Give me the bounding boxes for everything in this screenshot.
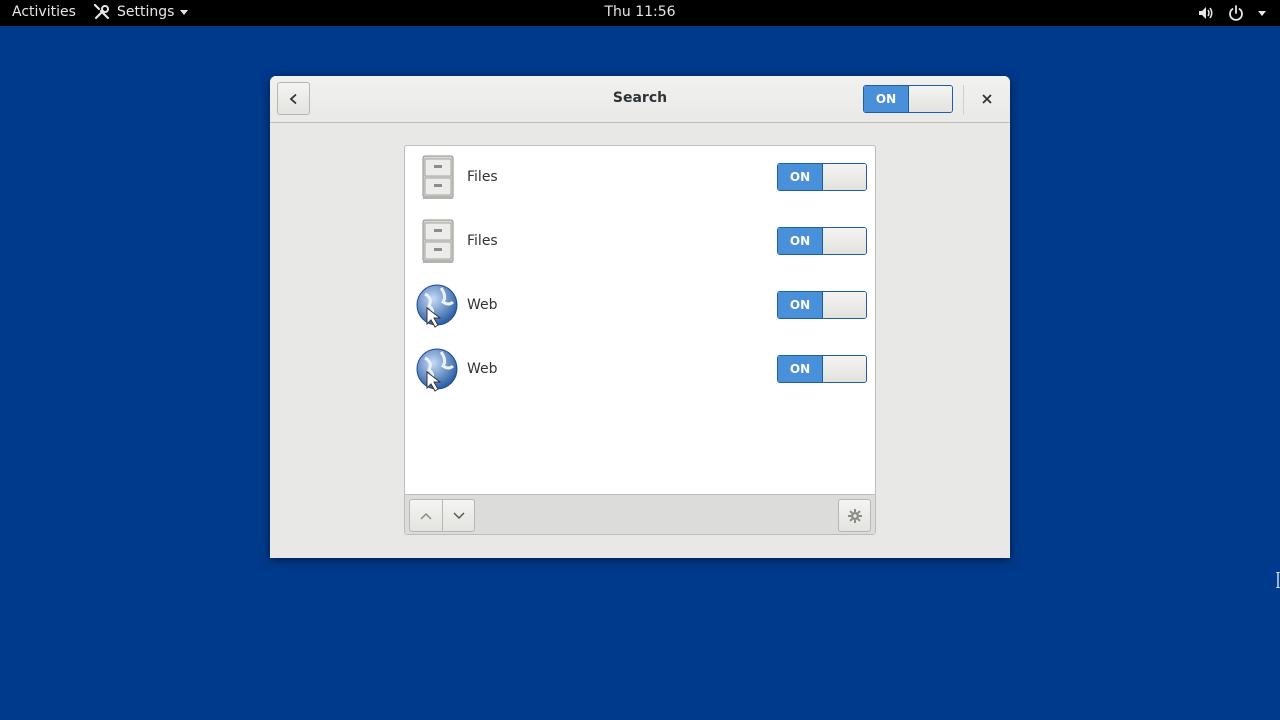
system-tray[interactable] bbox=[1198, 5, 1266, 21]
header-bar: Search ON bbox=[270, 76, 1010, 123]
switch-knob bbox=[822, 164, 866, 190]
top-bar: Activities Settings Thu 11:56 bbox=[0, 0, 1280, 26]
search-master-switch[interactable]: ON bbox=[863, 85, 953, 113]
provider-switch[interactable]: ON bbox=[777, 163, 867, 191]
move-down-button[interactable] bbox=[442, 500, 474, 531]
list-toolbar bbox=[405, 494, 875, 534]
list-item[interactable]: Web ON bbox=[405, 338, 875, 402]
text-cursor-icon bbox=[1276, 572, 1280, 588]
gear-icon bbox=[847, 508, 862, 523]
list-item[interactable]: Files ON bbox=[405, 146, 875, 210]
search-settings-dialog: Search ON Files ON Files ON Web ON Web O… bbox=[270, 76, 1010, 558]
switch-on-label: ON bbox=[778, 164, 822, 190]
move-button-group bbox=[409, 499, 475, 532]
provider-name: Files bbox=[467, 169, 498, 185]
close-icon bbox=[982, 94, 992, 104]
switch-on-label: ON bbox=[778, 356, 822, 382]
list-item[interactable]: Web ON bbox=[405, 274, 875, 338]
switch-knob bbox=[908, 86, 952, 112]
switch-on-label: ON bbox=[778, 228, 822, 254]
file-cabinet-icon bbox=[422, 155, 454, 199]
provider-name: Web bbox=[467, 361, 498, 377]
volume-icon bbox=[1199, 7, 1213, 19]
switch-knob bbox=[822, 292, 866, 318]
header-separator bbox=[963, 85, 964, 114]
chevron-down-icon bbox=[452, 511, 465, 519]
close-button[interactable] bbox=[976, 88, 998, 110]
search-providers-list: Files ON Files ON Web ON Web ON bbox=[404, 145, 876, 535]
provider-name: Web bbox=[467, 297, 498, 313]
move-up-button[interactable] bbox=[410, 500, 442, 531]
clock[interactable]: Thu 11:56 bbox=[0, 4, 1280, 20]
provider-switch[interactable]: ON bbox=[777, 291, 867, 319]
chevron-up-icon bbox=[420, 512, 432, 520]
provider-name: Files bbox=[467, 233, 498, 249]
globe-icon bbox=[416, 284, 458, 328]
provider-switch[interactable]: ON bbox=[777, 355, 867, 383]
switch-knob bbox=[822, 356, 866, 382]
switch-knob bbox=[822, 228, 866, 254]
globe-icon bbox=[416, 348, 458, 392]
provider-settings-button[interactable] bbox=[838, 499, 871, 532]
switch-on-label: ON bbox=[864, 86, 908, 112]
provider-switch[interactable]: ON bbox=[777, 227, 867, 255]
power-icon bbox=[1229, 5, 1243, 21]
switch-on-label: ON bbox=[778, 292, 822, 318]
chevron-down-icon bbox=[1258, 10, 1266, 16]
list-item[interactable]: Files ON bbox=[405, 210, 875, 274]
file-cabinet-icon bbox=[422, 219, 454, 263]
